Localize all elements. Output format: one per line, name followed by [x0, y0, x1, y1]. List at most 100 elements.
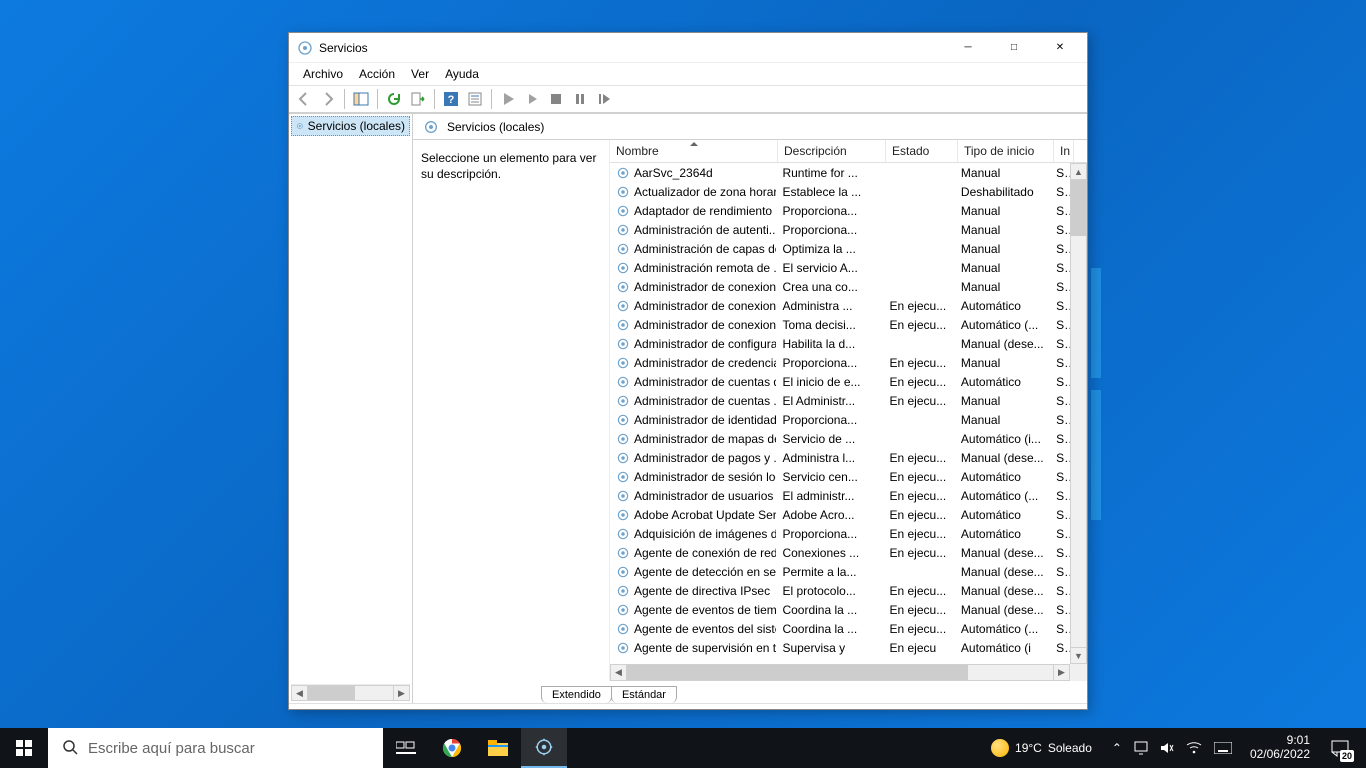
table-row[interactable]: Administrador de pagos y ...Administra l…: [610, 448, 1070, 467]
menu-view[interactable]: Ver: [403, 65, 437, 83]
table-row[interactable]: Administrador de identidad...Proporciona…: [610, 410, 1070, 429]
taskbar-search[interactable]: Escribe aquí para buscar: [48, 728, 383, 768]
col-description[interactable]: Descripción: [778, 140, 886, 162]
help-button[interactable]: ?: [440, 88, 462, 110]
properties-button[interactable]: [464, 88, 486, 110]
taskbar-app-services[interactable]: [521, 728, 567, 768]
table-row[interactable]: Agente de detección en seg...Permite a l…: [610, 562, 1070, 581]
table-row[interactable]: Agente de eventos de tiempoCoordina la .…: [610, 600, 1070, 619]
scroll-thumb[interactable]: [1071, 180, 1086, 236]
col-start-type[interactable]: Tipo de inicio: [958, 140, 1054, 162]
export-button[interactable]: [407, 88, 429, 110]
scroll-left-icon[interactable]: ◀: [610, 664, 627, 681]
tray-icons: ⌃: [1102, 741, 1242, 755]
list-vscrollbar[interactable]: ▲ ▼: [1070, 163, 1087, 664]
table-row[interactable]: Administrador de conexion...Administra .…: [610, 296, 1070, 315]
table-row[interactable]: Administración remota de ...El servicio …: [610, 258, 1070, 277]
stop-service-button[interactable]: [545, 88, 567, 110]
taskbar-clock[interactable]: 9:01 02/06/2022: [1242, 734, 1318, 762]
col-logon[interactable]: In: [1054, 140, 1074, 162]
cell-start: Automático (...: [955, 622, 1050, 636]
cell-status: En ejecu...: [884, 356, 955, 370]
task-view-button[interactable]: [383, 728, 429, 768]
scroll-left-icon[interactable]: ◀: [291, 685, 308, 701]
menu-file[interactable]: Archivo: [295, 65, 351, 83]
cell-name: Agente de eventos del siste...: [610, 622, 776, 636]
cell-desc: El protocolo...: [776, 584, 883, 598]
table-row[interactable]: Administrador de cuentas d...El inicio d…: [610, 372, 1070, 391]
scroll-thumb[interactable]: [308, 686, 355, 700]
table-row[interactable]: Agente de directiva IPsecEl protocolo...…: [610, 581, 1070, 600]
cell-desc: El Administr...: [776, 394, 883, 408]
scroll-up-icon[interactable]: ▲: [1070, 163, 1087, 180]
taskbar-weather[interactable]: 19°C Soleado: [981, 739, 1102, 757]
tray-network-icon[interactable]: [1134, 741, 1148, 755]
nav-back-button[interactable]: [293, 88, 315, 110]
list-hscrollbar[interactable]: ◀ ▶: [610, 664, 1070, 681]
nav-forward-button[interactable]: [317, 88, 339, 110]
titlebar[interactable]: Servicios ─ □ ✕: [289, 33, 1087, 63]
tree-item-services-local[interactable]: Servicios (locales): [291, 116, 410, 136]
tree-hscrollbar[interactable]: ◀ ▶: [291, 684, 410, 701]
tab-standard[interactable]: Estándar: [611, 686, 677, 703]
table-row[interactable]: Administrador de sesión localServicio ce…: [610, 467, 1070, 486]
start-service-button[interactable]: [497, 88, 519, 110]
scroll-right-icon[interactable]: ▶: [393, 685, 410, 701]
table-row[interactable]: Administración de capas de...Optimiza la…: [610, 239, 1070, 258]
refresh-button[interactable]: [383, 88, 405, 110]
scroll-track[interactable]: [1070, 180, 1087, 647]
menu-help[interactable]: Ayuda: [437, 65, 487, 83]
table-row[interactable]: Adobe Acrobat Update Serv...Adobe Acro..…: [610, 505, 1070, 524]
table-row[interactable]: Adquisición de imágenes d...Proporciona.…: [610, 524, 1070, 543]
cell-start: Manual: [955, 394, 1050, 408]
tray-keyboard-icon[interactable]: [1214, 742, 1232, 754]
scroll-track[interactable]: [308, 685, 393, 701]
cell-logon: Se: [1050, 603, 1070, 617]
taskbar-app-explorer[interactable]: [475, 728, 521, 768]
col-name[interactable]: Nombre: [610, 140, 778, 162]
table-row[interactable]: Administración de autenti...Proporciona.…: [610, 220, 1070, 239]
table-row[interactable]: Administrador de usuariosEl administr...…: [610, 486, 1070, 505]
cell-start: Automático: [955, 470, 1050, 484]
taskbar-app-chrome[interactable]: [429, 728, 475, 768]
table-row[interactable]: Administrador de credencia...Proporciona…: [610, 353, 1070, 372]
menu-action[interactable]: Acción: [351, 65, 403, 83]
table-row[interactable]: Administrador de cuentas ...El Administr…: [610, 391, 1070, 410]
scroll-track[interactable]: [627, 664, 1053, 681]
start-service-alt-button[interactable]: [521, 88, 543, 110]
scroll-thumb[interactable]: [627, 665, 968, 680]
action-center-button[interactable]: 20: [1318, 728, 1362, 768]
tray-volume-icon[interactable]: [1160, 741, 1174, 755]
cell-desc: El servicio A...: [776, 261, 883, 275]
table-row[interactable]: Agente de conexión de redConexiones ...E…: [610, 543, 1070, 562]
cell-status: En ejecu...: [884, 508, 955, 522]
table-row[interactable]: Agente de supervisión en tiSupervisa yEn…: [610, 638, 1070, 657]
cell-start: Automático: [955, 375, 1050, 389]
close-button[interactable]: ✕: [1037, 33, 1083, 63]
table-row[interactable]: Administrador de conexion...Toma decisi.…: [610, 315, 1070, 334]
table-row[interactable]: Adaptador de rendimiento ...Proporciona.…: [610, 201, 1070, 220]
table-row[interactable]: Agente de eventos del siste...Coordina l…: [610, 619, 1070, 638]
col-status[interactable]: Estado: [886, 140, 958, 162]
pause-service-button[interactable]: [569, 88, 591, 110]
cell-status: En ejecu...: [884, 603, 955, 617]
restart-service-button[interactable]: [593, 88, 615, 110]
minimize-button[interactable]: ─: [945, 33, 991, 63]
show-hide-tree-button[interactable]: [350, 88, 372, 110]
start-button[interactable]: [0, 728, 48, 768]
tray-chevron-up-icon[interactable]: ⌃: [1112, 741, 1122, 755]
maximize-button[interactable]: □: [991, 33, 1037, 63]
scroll-right-icon[interactable]: ▶: [1053, 664, 1070, 681]
table-row[interactable]: AarSvc_2364dRuntime for ...ManualSis: [610, 163, 1070, 182]
tab-extended[interactable]: Extendido: [541, 686, 612, 703]
tray-wifi-icon[interactable]: [1186, 742, 1202, 754]
cell-logon: Sis: [1050, 394, 1070, 408]
table-row[interactable]: Administrador de mapas de...Servicio de …: [610, 429, 1070, 448]
cell-logon: Sis: [1050, 375, 1070, 389]
table-row[interactable]: Actualizador de zona horari...Establece …: [610, 182, 1070, 201]
cell-desc: Servicio de ...: [776, 432, 883, 446]
cell-name: Administrador de configura...: [610, 337, 776, 351]
scroll-down-icon[interactable]: ▼: [1070, 647, 1087, 664]
table-row[interactable]: Administrador de configura...Habilita la…: [610, 334, 1070, 353]
table-row[interactable]: Administrador de conexion...Crea una co.…: [610, 277, 1070, 296]
